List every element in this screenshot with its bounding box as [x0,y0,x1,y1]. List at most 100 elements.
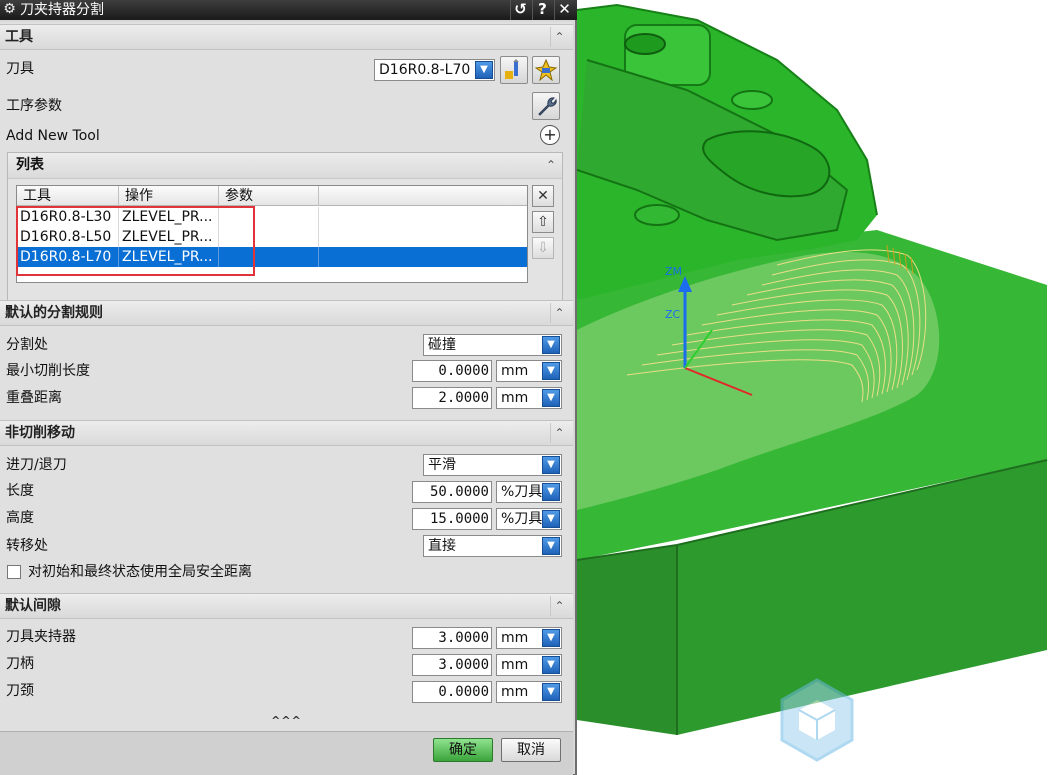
chevron-down-icon[interactable]: ▼ [542,510,560,528]
cell-tool: D16R0.8-L30 [17,207,119,227]
split-at-label: 分割处 [6,337,48,353]
help-button[interactable]: ? [532,0,552,20]
split-at-value: 碰撞 [428,337,456,353]
list-group-header[interactable]: 列表 ⌃ [8,153,562,179]
engage-retract-select[interactable]: 平滑 ▼ [423,454,562,476]
tool-holder-label: 刀具夹持器 [6,629,76,645]
min-cut-length-input[interactable]: 0.0000 [412,360,492,382]
cell-tool: D16R0.8-L50 [17,227,119,247]
cell-params [219,227,319,247]
more-options-toggle[interactable]: ^^^ [0,713,573,729]
move-down-button[interactable]: ⇩ [532,237,554,259]
remove-button[interactable]: ✕ [532,185,554,207]
op-params-button[interactable] [532,92,560,120]
list-group-title: 列表 [16,157,44,173]
collapse-icon[interactable]: ⌃ [550,596,568,616]
transfer-select[interactable]: 直接 ▼ [423,535,562,557]
length-label: 长度 [6,483,34,499]
op-params-label: 工序参数 [6,98,62,114]
dialog-body: 工具 ⌃ 刀具 D16R0.8-L70 ▼ 工序参数 Add New Tool … [0,22,573,732]
move-up-button[interactable]: ⇧ [532,211,554,233]
collapse-icon[interactable]: ⌃ [550,423,568,443]
transfer-value: 直接 [428,538,456,554]
cell-operation: ZLEVEL_PR... [119,207,219,227]
edit-tool-button[interactable] [500,56,528,84]
length-unit-select[interactable]: %刀具 ▼ [496,481,562,503]
ok-button[interactable]: 确定 [433,738,493,762]
chevron-down-icon[interactable]: ▼ [542,629,560,647]
section-header-tool[interactable]: 工具 ⌃ [0,24,573,50]
chevron-down-icon[interactable]: ▼ [542,683,560,701]
tool-label: 刀具 [6,61,34,77]
overlap-distance-unit-select[interactable]: mm ▼ [496,387,562,409]
collapse-icon[interactable]: ⌃ [550,27,568,47]
engage-retract-label: 进刀/退刀 [6,457,67,473]
chevron-down-icon[interactable]: ▼ [542,336,560,354]
min-cut-length-unit-select[interactable]: mm ▼ [496,360,562,382]
cancel-button[interactable]: 取消 [501,738,561,762]
chevron-down-icon[interactable]: ▼ [475,61,493,79]
chevron-down-icon[interactable]: ▼ [542,483,560,501]
split-at-select[interactable]: 碰撞 ▼ [423,334,562,356]
table-row-selected[interactable]: D16R0.8-L70 ZLEVEL_PR... [17,247,527,267]
length-input[interactable]: 50.0000 [412,481,492,503]
close-button[interactable]: ✕ [554,0,574,20]
unit-value: mm [501,390,529,406]
chevron-down-icon[interactable]: ▼ [542,456,560,474]
tool-edit-icon [505,59,519,79]
global-safe-distance-checkbox[interactable] [7,565,21,579]
section-header-non-cutting[interactable]: 非切削移动 ⌃ [0,420,573,446]
cell-params [219,207,319,227]
global-safe-distance-label: 对初始和最终状态使用全局安全距离 [28,564,252,580]
column-header-operation[interactable]: 操作 [119,186,219,206]
unit-value: mm [501,657,529,673]
chevron-down-icon[interactable]: ▼ [542,537,560,555]
plus-circle-icon: + [543,125,557,144]
chevron-down-icon[interactable]: ▼ [542,656,560,674]
gear-icon: ⚙ [3,1,16,17]
section-header-clearance[interactable]: 默认间隙 ⌃ [0,593,573,619]
overlap-distance-label: 重叠距离 [6,390,62,406]
collapse-icon[interactable]: ⌃ [550,303,568,323]
tool-holder-split-dialog: ⚙ 刀夹持器分割 ↺ ? ✕ 工具 ⌃ 刀具 D16R0.8-L70 ▼ 工序参… [0,0,577,775]
unit-value: mm [501,363,529,379]
graphics-viewport[interactable]: ZM ZC [577,0,1064,775]
chevron-down-icon[interactable]: ▼ [542,362,560,380]
unit-value: %刀具 [501,484,543,500]
chevron-down-icon[interactable]: ▼ [542,389,560,407]
height-unit-select[interactable]: %刀具 ▼ [496,508,562,530]
section-title-clearance: 默认间隙 [5,598,61,614]
model-graphic: ZM ZC [577,3,1048,762]
transfer-label: 转移处 [6,538,48,554]
tool-select-value: D16R0.8-L70 [379,62,471,78]
create-tool-button[interactable] [532,56,560,84]
tool-select[interactable]: D16R0.8-L70 ▼ [374,59,495,81]
column-header-tool[interactable]: 工具 [17,186,119,206]
section-title-tool: 工具 [5,29,33,45]
section-title-non-cutting: 非切削移动 [5,425,75,441]
shank-unit-select[interactable]: mm ▼ [496,654,562,676]
reset-button[interactable]: ↺ [510,0,530,20]
column-header-params[interactable]: 参数 [219,186,319,206]
axis-label-zm: ZM [665,265,682,278]
overlap-distance-input[interactable]: 2.0000 [412,387,492,409]
cell-operation: ZLEVEL_PR... [119,227,219,247]
arrow-down-icon: ⇩ [537,240,549,256]
table-row[interactable]: D16R0.8-L50 ZLEVEL_PR... [17,227,527,247]
table-row[interactable]: D16R0.8-L30 ZLEVEL_PR... [17,207,527,227]
height-input[interactable]: 15.0000 [412,508,492,530]
section-header-split-rules[interactable]: 默认的分割规则 ⌃ [0,300,573,326]
height-label: 高度 [6,510,34,526]
neck-label: 刀颈 [6,683,34,699]
dialog-titlebar[interactable]: ⚙ 刀夹持器分割 ↺ ? ✕ [0,0,577,20]
shank-input[interactable]: 3.0000 [412,654,492,676]
tool-holder-input[interactable]: 3.0000 [412,627,492,649]
add-new-tool-button[interactable]: + [540,125,560,145]
collapse-icon[interactable]: ⌃ [546,155,556,175]
tool-holder-unit-select[interactable]: mm ▼ [496,627,562,649]
tool-create-icon [535,59,557,81]
neck-input[interactable]: 0.0000 [412,681,492,703]
tool-list-table[interactable]: 工具 操作 参数 D16R0.8-L30 ZLEVEL_PR... D16R0.… [16,185,528,283]
neck-unit-select[interactable]: mm ▼ [496,681,562,703]
section-title-split-rules: 默认的分割规则 [5,305,103,321]
